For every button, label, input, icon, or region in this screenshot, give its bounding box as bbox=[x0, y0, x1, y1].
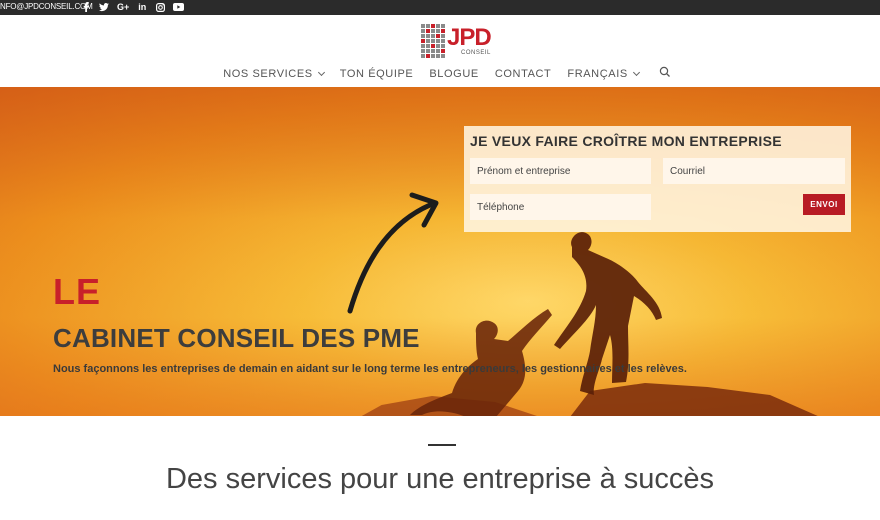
search-icon[interactable] bbox=[659, 65, 673, 79]
nav-item-language[interactable]: FRANÇAIS bbox=[567, 65, 640, 83]
hero-subtitle: Nous façonnons les entreprises de demain… bbox=[53, 363, 687, 375]
email-field[interactable] bbox=[663, 158, 845, 184]
nav-item-label: FRANÇAIS bbox=[567, 68, 628, 80]
submit-button[interactable]: ENVOI bbox=[803, 194, 845, 215]
nav-item-blog[interactable]: BLOGUE bbox=[429, 65, 478, 83]
nav-item-label: BLOGUE bbox=[429, 68, 479, 80]
chevron-down-icon bbox=[632, 68, 640, 77]
nav-item-label: TON ÉQUIPE bbox=[339, 68, 414, 80]
services-section-title: Des services pour une entreprise à succè… bbox=[165, 463, 715, 495]
name-company-input[interactable] bbox=[470, 158, 651, 184]
logo-subtext: CONSEIL bbox=[461, 50, 491, 56]
logo-mark bbox=[421, 24, 445, 58]
twitter-icon[interactable] bbox=[99, 1, 109, 13]
facebook-icon[interactable] bbox=[81, 1, 91, 13]
linkedin-icon[interactable]: in bbox=[137, 1, 147, 13]
social-links: G+ in bbox=[81, 1, 185, 13]
hero-section: JE VEUX FAIRE CROÎTRE MON ENTREPRISE ENV… bbox=[0, 87, 880, 416]
hero-kicker: LE bbox=[53, 271, 102, 312]
logo-text: JPD bbox=[447, 24, 492, 51]
nav-item-team[interactable]: TON ÉQUIPE bbox=[340, 65, 414, 83]
chevron-down-icon bbox=[317, 68, 325, 77]
google-plus-icon[interactable]: G+ bbox=[117, 1, 129, 13]
top-bar: NFO@JPDCONSEIL.COM G+ in bbox=[0, 0, 880, 15]
section-divider bbox=[428, 444, 456, 446]
jpd-logo[interactable]: JPD CONSEIL bbox=[421, 24, 492, 62]
site-header: JPD CONSEIL NOS SERVICES TON ÉQUIPE BLOG… bbox=[0, 15, 880, 87]
form-title: JE VEUX FAIRE CROÎTRE MON ENTREPRISE bbox=[470, 133, 782, 149]
hero-title: CABINET CONSEIL DES PME bbox=[53, 323, 420, 353]
nav-item-contact[interactable]: CONTACT bbox=[495, 65, 552, 83]
phone-field[interactable] bbox=[470, 194, 651, 220]
nav-item-label: NOS SERVICES bbox=[223, 68, 313, 80]
contact-email[interactable]: NFO@JPDCONSEIL.COM bbox=[0, 2, 93, 11]
nav-item-services[interactable]: NOS SERVICES bbox=[223, 65, 325, 83]
growth-contact-form: JE VEUX FAIRE CROÎTRE MON ENTREPRISE ENV… bbox=[464, 126, 851, 232]
nav-item-label: CONTACT bbox=[494, 68, 552, 80]
youtube-icon[interactable] bbox=[173, 1, 185, 13]
main-nav: NOS SERVICES TON ÉQUIPE BLOGUE CONTACT F… bbox=[0, 65, 880, 83]
instagram-icon[interactable] bbox=[155, 1, 165, 13]
